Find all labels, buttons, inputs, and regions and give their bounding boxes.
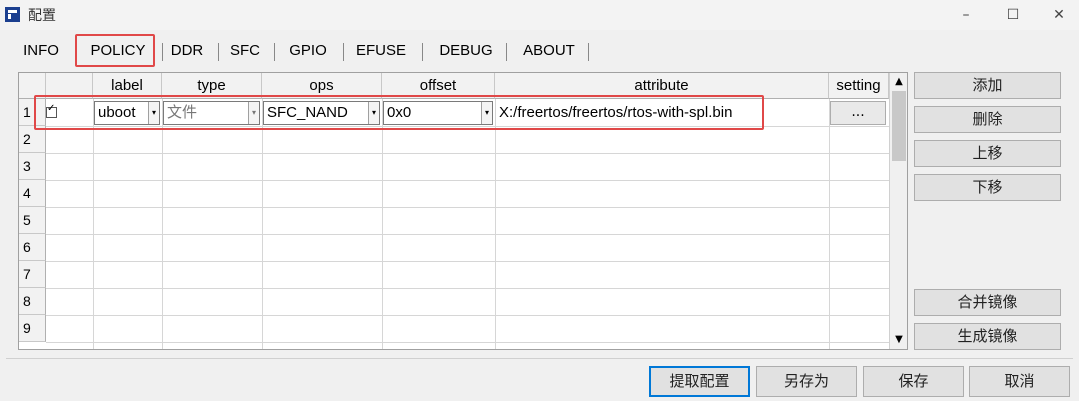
tab-about[interactable]: ABOUT [512,40,586,64]
window-title: 配置 [28,8,56,24]
add-button[interactable]: 添加 [914,72,1061,99]
row1-setting-button[interactable]: ... [830,101,886,125]
table-scrollbar[interactable]: ▲ ▼ [889,73,907,349]
row-number: 6 [19,234,46,261]
move-up-button[interactable]: 上移 [914,140,1061,167]
scroll-down-icon[interactable]: ▼ [892,333,906,347]
row-number: 2 [19,126,46,153]
row-number: 7 [19,261,46,288]
maximize-button[interactable]: ☐ [990,0,1036,30]
save-as-button[interactable]: 另存为 [756,366,857,397]
column-header-setting: setting [829,73,889,99]
policy-tab-highlight [75,34,155,67]
move-down-button[interactable]: 下移 [914,174,1061,201]
tab-info[interactable]: INFO [10,40,72,64]
merge-image-button[interactable]: 合并镜像 [914,289,1061,316]
row-number: 9 [19,315,46,342]
title-bar: 配置 – ☐ ✕ [0,0,1079,30]
tab-sfc[interactable]: SFC [222,40,268,64]
delete-button[interactable]: 删除 [914,106,1061,133]
tab-gpio[interactable]: GPIO [280,40,336,64]
save-button[interactable]: 保存 [863,366,964,397]
footer-divider [6,358,1073,359]
scroll-thumb[interactable] [892,91,906,161]
load-config-button[interactable]: 提取配置 [649,366,750,397]
row-number: 5 [19,207,46,234]
tab-efuse[interactable]: EFUSE [348,40,414,64]
tab-ddr[interactable]: DDR [164,40,210,64]
close-button[interactable]: ✕ [1036,0,1079,30]
generate-image-button[interactable]: 生成镜像 [914,323,1061,350]
row-number: 3 [19,153,46,180]
scroll-up-icon[interactable]: ▲ [892,75,906,89]
tab-debug[interactable]: DEBUG [428,40,504,64]
row1-highlight [34,95,764,130]
cancel-button[interactable]: 取消 [969,366,1070,397]
app-icon [5,7,20,22]
minimize-button[interactable]: – [943,0,989,30]
row-number: 8 [19,288,46,315]
row-number: 4 [19,180,46,207]
